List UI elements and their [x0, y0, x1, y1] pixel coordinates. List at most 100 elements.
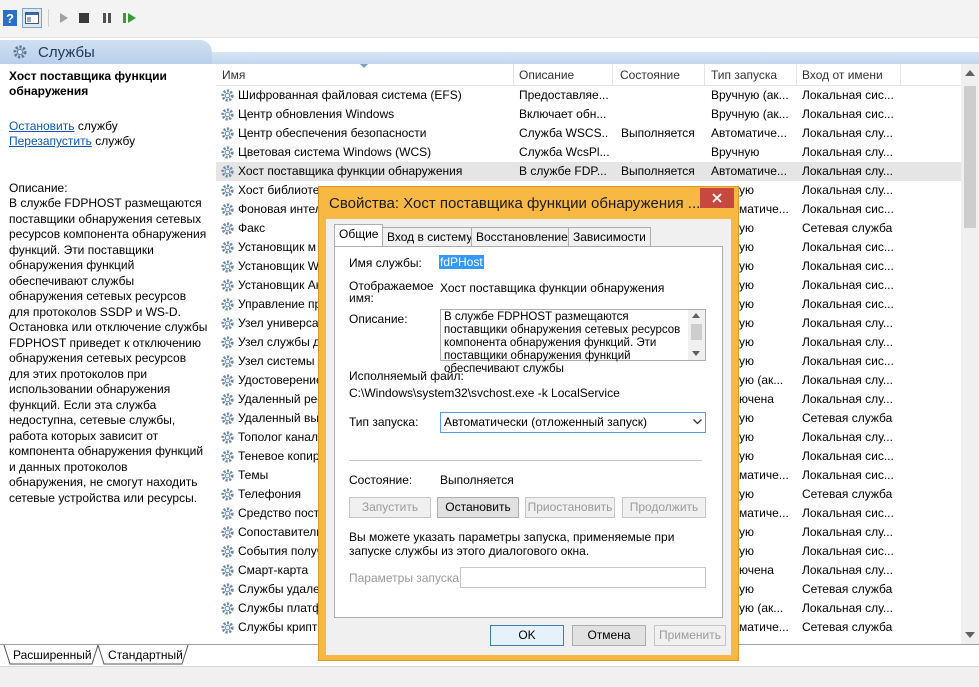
dialog-title: Свойства: Хост поставщика функции обнару… [329, 195, 701, 212]
tab-recovery[interactable]: Восстановление [471, 227, 573, 247]
start-button[interactable]: Запустить [349, 497, 431, 518]
service-gear-icon [221, 222, 234, 235]
service-gear-icon [221, 469, 234, 482]
cell-logon: Сетевая служба [802, 221, 893, 235]
cell-logon: Локальная слу... [802, 126, 893, 140]
startup-type-value: Автоматически (отложенный запуск) [444, 415, 647, 429]
cell-logon: Локальная сис... [802, 259, 894, 273]
service-gear-icon [221, 184, 234, 197]
table-row[interactable]: Хост поставщика функции обнаружения В слу… [216, 162, 961, 181]
ok-button[interactable]: OK [490, 625, 564, 646]
help-icon[interactable]: ? [2, 10, 18, 26]
scrollbar-thumb[interactable] [964, 86, 976, 228]
service-gear-icon [221, 602, 234, 615]
table-row[interactable]: Центр обновления Windows Включает обн... В… [216, 105, 961, 124]
column-header-logon[interactable]: Вход от имени [802, 68, 883, 82]
service-gear-icon [221, 146, 234, 159]
service-gear-icon [221, 621, 234, 634]
cell-logon: Локальная слу... [802, 164, 893, 178]
cell-description: Служба WcsPl... [519, 145, 609, 159]
column-separator[interactable] [900, 64, 901, 86]
cell-name: Цветовая система Windows (WCS) [238, 145, 432, 159]
startup-type-select[interactable]: Автоматически (отложенный запуск) [440, 412, 706, 433]
cell-logon: Локальная сис... [802, 297, 894, 311]
stop-button[interactable]: Остановить [437, 497, 519, 518]
close-button[interactable] [700, 188, 734, 208]
column-header-state[interactable]: Состояние [620, 68, 680, 82]
column-separator[interactable] [704, 64, 705, 86]
cell-state: Выполняется [621, 164, 695, 178]
column-separator[interactable] [612, 64, 613, 86]
cell-logon: Локальная слу... [802, 335, 893, 349]
cell-state: Выполняется [621, 126, 695, 140]
cell-logon: Сетевая служба [802, 620, 893, 634]
tab-general[interactable]: Общие [334, 224, 384, 247]
description-text: В службе FDPHOST размещаются поставщики … [444, 311, 681, 375]
apply-button[interactable]: Применить [654, 625, 726, 646]
display-name-value[interactable]: Хост поставщика функции обнаружения [440, 281, 664, 295]
column-header-description[interactable]: Описание [519, 68, 574, 82]
startup-params-input[interactable] [460, 567, 706, 588]
show-hide-pane-icon[interactable] [22, 8, 42, 28]
description-scrollbar[interactable] [688, 310, 705, 360]
tab-dependencies[interactable]: Зависимости [568, 227, 651, 247]
toolbar-separator [48, 9, 49, 27]
service-gear-icon [221, 336, 234, 349]
startup-type-label: Тип запуска: [349, 415, 419, 429]
sort-arrow-icon [360, 64, 368, 68]
service-gear-icon [221, 279, 234, 292]
description-scroll-thumb[interactable] [691, 324, 702, 340]
cell-logon: Локальная сис... [802, 506, 894, 520]
cell-logon: Локальная слу... [802, 392, 893, 406]
scroll-up-icon[interactable] [692, 313, 700, 318]
cell-logon: Локальная сис... [802, 202, 894, 216]
column-header-startup[interactable]: Тип запуска [711, 68, 777, 82]
column-header-name[interactable]: Имя [222, 68, 245, 82]
column-separator[interactable] [513, 64, 514, 86]
cell-name: Центр обновления Windows [238, 107, 395, 121]
scroll-down-icon[interactable] [692, 351, 700, 356]
cell-startup: Вручную (ак... [711, 88, 789, 102]
description-textbox[interactable]: В службе FDPHOST размещаются поставщики … [440, 309, 706, 375]
restart-service-suffix: службу [91, 134, 136, 148]
stop-service-link[interactable]: Остановить [9, 119, 75, 133]
cell-logon: Локальная слу... [802, 373, 893, 387]
service-gear-icon [221, 317, 234, 330]
list-header: Имя Описание Состояние Тип запуска Вход … [216, 64, 961, 86]
service-gear-icon [221, 165, 234, 178]
svg-text:?: ? [6, 11, 14, 26]
startup-params-hint: Вы можете указать параметры запуска, при… [349, 530, 675, 558]
pause-button[interactable]: Приостановить [525, 497, 615, 518]
resume-icon[interactable] [122, 10, 138, 26]
service-gear-icon [221, 374, 234, 387]
resume-button[interactable]: Продолжить [622, 497, 706, 518]
table-row[interactable]: Цветовая система Windows (WCS) Служба Wcs… [216, 143, 961, 162]
table-row[interactable]: Шифрованная файловая система (EFS) Предос… [216, 86, 961, 105]
tab-extended[interactable]: Расширенный [13, 648, 92, 662]
table-row[interactable]: Центр обеспечения безопасности Служба WSC… [216, 124, 961, 143]
tab-logon[interactable]: Вход в систему [382, 227, 478, 247]
service-gear-icon [221, 450, 234, 463]
cell-logon: Локальная слу... [802, 145, 893, 159]
state-value: Выполняется [440, 473, 514, 487]
divider [349, 460, 702, 461]
services-gear-icon [12, 44, 28, 63]
stop-icon[interactable] [76, 10, 92, 26]
vertical-scrollbar[interactable] [961, 64, 979, 644]
restart-service-link[interactable]: Перезапустить [9, 134, 92, 148]
scroll-up-icon[interactable] [965, 70, 975, 76]
header-left [0, 40, 212, 64]
service-name-value[interactable]: fdPHost [439, 255, 484, 269]
pause-icon[interactable] [99, 10, 115, 26]
status-bar [0, 666, 979, 687]
close-icon [712, 193, 722, 203]
scroll-down-icon[interactable] [965, 632, 975, 638]
general-tab-panel: Имя службы: fdPHost Отображаемое имя: Хос… [334, 246, 723, 618]
cell-logon: Локальная сис... [802, 88, 894, 102]
cancel-button[interactable]: Отмена [572, 625, 646, 646]
play-icon[interactable] [56, 10, 72, 26]
column-separator[interactable] [796, 64, 797, 86]
tab-standard[interactable]: Стандартный [108, 648, 183, 662]
cell-logon: Локальная сис... [802, 468, 894, 482]
executable-label: Исполняемый файл: [349, 369, 464, 383]
